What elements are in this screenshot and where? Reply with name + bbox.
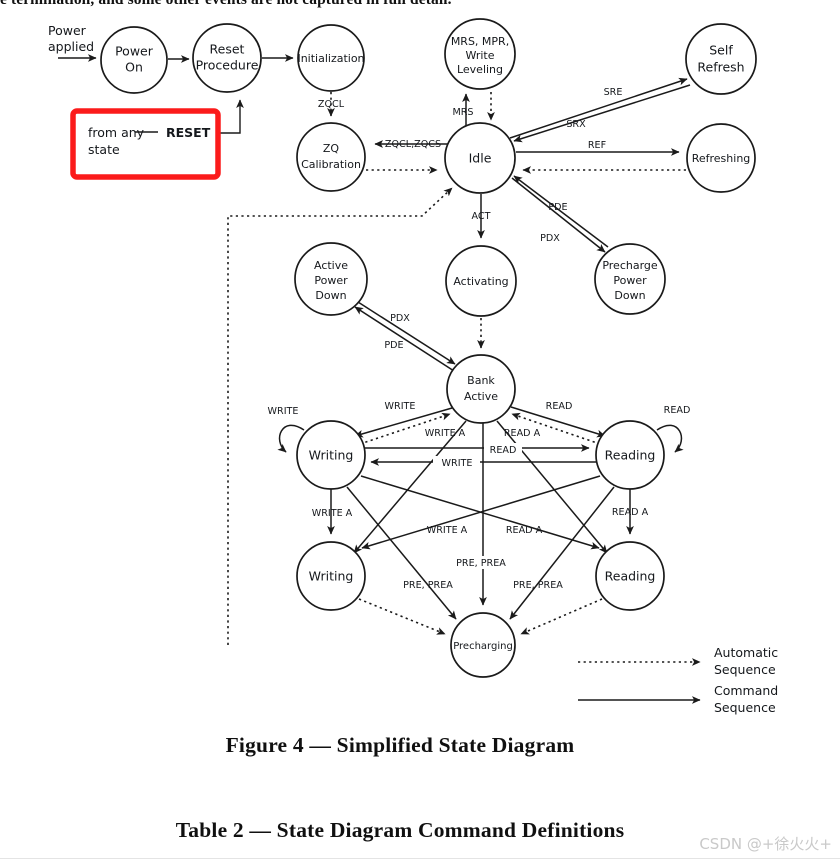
edge-label-read-a-mid: READ A — [506, 525, 543, 536]
edge-label-read-bank: READ — [546, 401, 573, 412]
edge-label-read-cross: READ — [490, 445, 517, 456]
bottom-divider — [0, 858, 840, 859]
edge-label-zqcl: ZQCL — [318, 99, 345, 110]
document-page: e termination, and some other events are… — [0, 0, 840, 862]
legend-automatic-line-1: Sequence — [714, 662, 776, 677]
node-self-refresh-line-1: Refresh — [697, 60, 744, 75]
edge-writing-lower-to-precharging — [358, 598, 446, 635]
node-apd-line-2: Down — [315, 289, 346, 302]
label-from-any-line-0: from any — [88, 125, 145, 140]
node-zq-line-0: ZQ — [323, 142, 340, 155]
edge-label-act: ACT — [472, 211, 491, 222]
edge-label-write-a-up: WRITE A — [425, 428, 466, 439]
label-reset: RESET — [166, 125, 211, 140]
node-active-power-down[interactable]: Active Power Down — [294, 242, 368, 316]
node-initialization[interactable]: Initialization — [297, 24, 365, 92]
node-power-on-line-1: On — [125, 60, 143, 75]
edge-label-srx: SRX — [566, 119, 586, 130]
node-reset-procedure[interactable]: Reset Procedure — [192, 23, 262, 93]
node-writing-upper-label: Writing — [309, 448, 354, 463]
edge-label-pre-prea-center: PRE, PREA — [456, 558, 506, 569]
node-initialization-label: Initialization — [297, 52, 364, 65]
label-from-any-line-1: state — [88, 142, 120, 157]
table-caption: Table 2 — State Diagram Command Definiti… — [175, 818, 625, 842]
node-power-on[interactable]: Power On — [100, 26, 168, 94]
node-reset-procedure-line-0: Reset — [210, 42, 245, 57]
node-reading-upper[interactable]: Reading — [595, 420, 665, 490]
edge-label-read-cross-group: READ — [484, 443, 522, 456]
diagram-legend: Automatic Sequence Command Sequence — [578, 645, 778, 715]
node-ppd-line-0: Precharge — [602, 259, 658, 272]
node-bank-active-line-1: Active — [464, 390, 498, 403]
node-bank-active-line-0: Bank — [467, 374, 495, 387]
edge-label-write-bank: WRITE — [385, 401, 416, 412]
node-apd-line-0: Active — [314, 259, 348, 272]
node-idle-label: Idle — [469, 151, 492, 166]
edge-label-pre-prea-right: PRE, PREA — [513, 580, 563, 591]
node-precharging[interactable]: Precharging — [450, 612, 516, 678]
node-apd-line-1: Power — [314, 274, 348, 287]
node-mrs-mpr-write-leveling[interactable]: MRS, MPR, Write Leveling — [444, 18, 516, 90]
node-zq-line-1: Calibration — [301, 158, 361, 171]
node-reading-upper-label: Reading — [605, 448, 656, 463]
node-reading-lower-label: Reading — [605, 569, 656, 584]
edge-label-pdx-apd: PDX — [390, 313, 410, 324]
legend-automatic-line-0: Automatic — [714, 645, 778, 660]
node-refreshing[interactable]: Refreshing — [686, 123, 756, 193]
label-power-applied-line-1: applied — [48, 39, 94, 54]
node-bank-active[interactable]: Bank Active — [446, 354, 516, 424]
node-writing-lower-label: Writing — [309, 569, 354, 584]
edge-label-ref: REF — [588, 140, 606, 151]
edge-label-write-cross-group: WRITE — [433, 456, 480, 469]
label-power-applied-line-0: Power — [48, 23, 87, 38]
legend-command-line-1: Sequence — [714, 700, 776, 715]
node-activating[interactable]: Activating — [445, 245, 517, 317]
node-self-refresh-line-0: Self — [709, 43, 733, 58]
node-refreshing-label: Refreshing — [692, 152, 751, 165]
edge-reading-upper-to-precharging — [509, 486, 615, 620]
edge-label-mrs: MRS — [452, 107, 473, 118]
edge-label-pre-prea-left: PRE, PREA — [403, 580, 453, 591]
node-reading-lower[interactable]: Reading — [595, 541, 665, 611]
edge-label-pdx-ppd: PDX — [540, 233, 560, 244]
node-idle[interactable]: Idle — [444, 122, 516, 194]
edge-active-power-down-to-bank-active — [357, 301, 456, 365]
node-ppd-line-2: Down — [614, 289, 645, 302]
edge-label-write-cross: WRITE — [442, 458, 473, 469]
edge-label-pde-ppd: PDE — [548, 202, 567, 213]
edge-label-read-a-right: READ A — [612, 507, 649, 518]
node-mrs-line-0: MRS, MPR, — [451, 35, 509, 48]
node-mrs-line-1: Write — [465, 49, 494, 62]
figure-caption: Figure 4 — Simplified State Diagram — [225, 733, 575, 757]
node-self-refresh[interactable]: Self Refresh — [685, 23, 757, 95]
node-power-on-line-0: Power — [115, 44, 154, 59]
node-mrs-line-2: Leveling — [457, 63, 503, 76]
edge-label-write-a-left: WRITE A — [312, 508, 353, 519]
edge-label-pre-prea-center-group: PRE, PREA — [444, 556, 518, 569]
edge-label-read-a-up: READ A — [504, 428, 541, 439]
state-diagram: Power On Reset Procedure Initialization … — [48, 18, 778, 715]
edge-label-read-self: READ — [664, 405, 691, 416]
csdn-watermark: CSDN @+徐火火+ — [699, 835, 832, 853]
edge-writing-upper-to-precharging — [346, 486, 457, 620]
node-activating-label: Activating — [453, 275, 508, 288]
node-reset-procedure-line-1: Procedure — [196, 58, 259, 73]
node-ppd-line-1: Power — [613, 274, 647, 287]
edge-reading-lower-to-precharging — [520, 598, 603, 635]
edge-idle-to-self-refresh — [509, 77, 688, 139]
node-writing-lower[interactable]: Writing — [296, 541, 366, 611]
edge-label-zqcl-zqcs: ZQCL,ZQCS — [385, 139, 441, 150]
legend-command-line-0: Command — [714, 683, 778, 698]
node-writing-upper[interactable]: Writing — [296, 420, 366, 490]
node-precharge-power-down[interactable]: Precharge Power Down — [594, 243, 666, 315]
edge-label-write-self: WRITE — [268, 406, 299, 417]
edge-self-refresh-to-idle — [513, 84, 691, 143]
edge-label-write-a-mid: WRITE A — [427, 525, 468, 536]
edge-label-pde-apd: PDE — [384, 340, 403, 351]
edge-label-sre: SRE — [604, 87, 623, 98]
node-precharging-label: Precharging — [453, 641, 513, 652]
node-zq-calibration[interactable]: ZQ Calibration — [296, 122, 366, 192]
